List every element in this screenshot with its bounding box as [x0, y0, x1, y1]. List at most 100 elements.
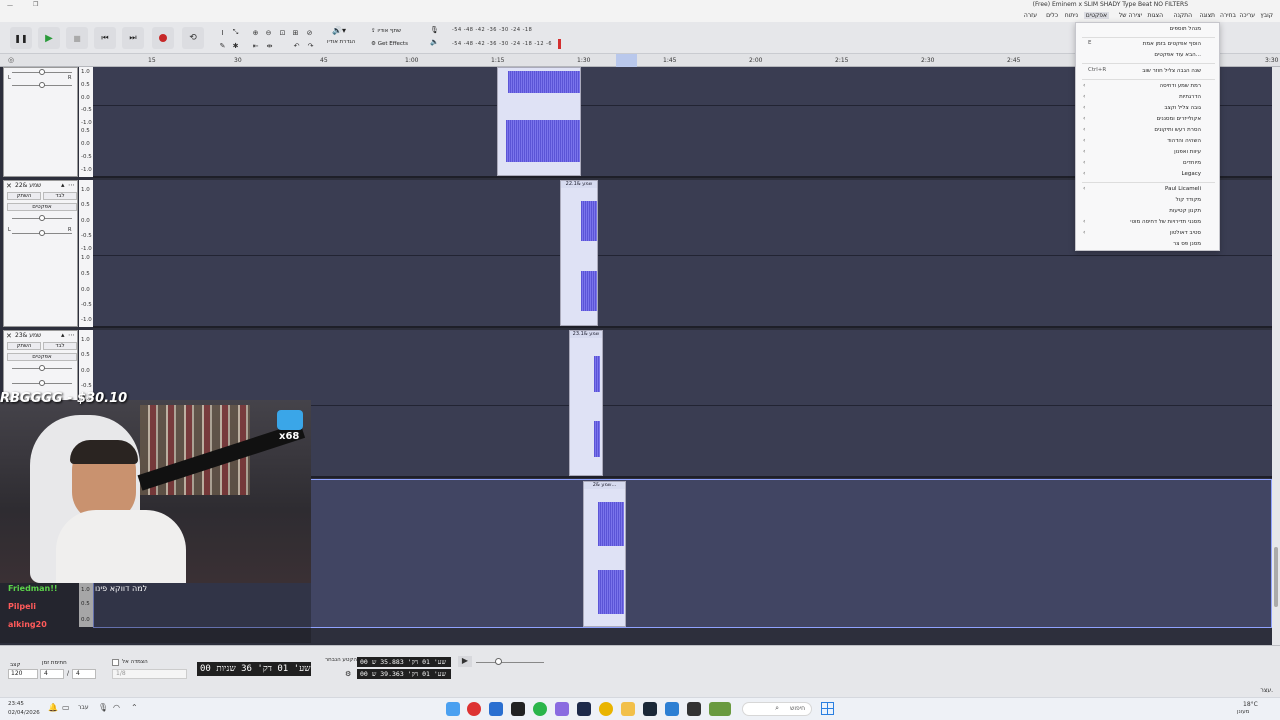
silence-icon[interactable]: ⇹ [264, 40, 275, 51]
fit-selection-icon[interactable]: ⊡ [277, 27, 288, 38]
fit-project-icon[interactable]: ⊞ [290, 27, 301, 38]
play-at-speed-button[interactable]: ▶ [458, 656, 472, 667]
weather-temp[interactable]: 18°C [1243, 701, 1258, 708]
taskbar-app-icon[interactable] [555, 702, 569, 716]
gain-slider-knob[interactable] [39, 365, 45, 371]
menu-view[interactable]: תצוגה [1199, 12, 1215, 19]
clip-label[interactable]: שמע &22.1 [561, 181, 597, 188]
whatsapp-icon[interactable] [533, 702, 547, 716]
language-indicator[interactable]: עבר [78, 704, 89, 711]
play-button[interactable]: ▶ [38, 27, 60, 49]
taskbar-app-icon[interactable] [467, 702, 481, 716]
collapse-track-icon[interactable]: ▴ [61, 331, 65, 339]
gain-slider-knob[interactable] [39, 215, 45, 221]
get-effects-button[interactable]: ⚙ Get Effects [371, 39, 421, 49]
time-signature-denominator[interactable]: 4 [72, 669, 96, 679]
track-name[interactable]: שמע &22 [15, 182, 41, 189]
menu-item-repeat-last[interactable]: שנה הגבה צליל חוזר שוב [1142, 68, 1201, 74]
level-meters[interactable]: 🎙 🔈 -54 -48 -42 -36 -30 -24 -18 -54 -48 … [430, 25, 565, 49]
menu-item-paul-licameli[interactable]: Paul Licameli [1165, 186, 1201, 192]
menu-item-vocoder[interactable]: מקודד קול [1176, 197, 1201, 203]
menu-item-legacy[interactable]: Legacy [1182, 171, 1202, 177]
timeline-options-icon[interactable]: ◎ [8, 56, 14, 64]
menu-tools[interactable]: כלים [1046, 12, 1058, 19]
taskbar-app-icon[interactable] [489, 702, 503, 716]
select-tool-icon[interactable]: I [217, 27, 228, 38]
menu-file[interactable]: קובץ [1260, 12, 1273, 19]
menu-item-clip-fix[interactable]: תקנון קטיעות [1169, 208, 1201, 214]
multi-tool-icon[interactable]: ✱ [230, 40, 241, 51]
vertical-scrollbar[interactable] [1272, 67, 1280, 645]
window-menu-icon[interactable]: — [7, 2, 13, 9]
audio-clip[interactable] [497, 67, 581, 176]
chevron-up-icon[interactable]: ⌃ [131, 703, 138, 712]
search-box[interactable]: חיפוש ⌕ [742, 702, 812, 716]
close-track-icon[interactable]: ✕ [6, 182, 12, 190]
menu-item-plugin-manager[interactable]: מנהל תוספים [1170, 26, 1201, 32]
clip-label[interactable]: שמע &2... [584, 482, 625, 489]
zoom-toggle-icon[interactable]: ⊘ [304, 27, 315, 38]
effects-button[interactable]: אפקטים [7, 353, 77, 361]
effects-button[interactable]: אפקטים [7, 203, 77, 211]
collapse-track-icon[interactable]: ▴ [61, 181, 65, 189]
main-time-display[interactable]: 00 שע' 01 דק' 36 שניות [197, 662, 311, 676]
audio-setup-icon[interactable]: 🔊▾ [332, 26, 346, 35]
solo-button[interactable]: לבד [43, 192, 77, 200]
audio-clip[interactable]: שמע &22.1 [560, 180, 598, 326]
skip-end-button[interactable]: ⏭ [122, 27, 144, 49]
play-speed-knob[interactable] [495, 658, 502, 665]
trim-icon[interactable]: ⇤ [250, 40, 261, 51]
menu-item-get-more-effects[interactable]: הבא עוד אפקטים... [1154, 52, 1201, 58]
menu-transport[interactable]: התקנה [1174, 12, 1192, 19]
menu-item-multiband[interactable]: מסנני תדירויות של דחיסה מוטי [1130, 219, 1201, 225]
menu-edit[interactable]: עריכה [1239, 12, 1255, 19]
taskbar-app-icon[interactable] [709, 702, 731, 716]
menu-tracks[interactable]: הצגות [1147, 12, 1163, 19]
track-menu-icon[interactable]: ⋯ [68, 181, 75, 189]
menu-item-delay-reverb[interactable]: השהיה והדהוד [1167, 138, 1201, 144]
share-audio-button[interactable]: ⇪ שתף אודיו [371, 26, 415, 36]
steam-icon[interactable] [643, 702, 657, 716]
wifi-icon[interactable]: ◠ [113, 703, 120, 712]
clock-time[interactable]: 23:45 [8, 701, 24, 707]
file-explorer-icon[interactable] [621, 702, 635, 716]
mute-button[interactable]: השתק [7, 192, 41, 200]
track-control-panel[interactable]: ✕ שמע &22 ▴ ⋯ השתק לבד אפקטים L R [3, 180, 78, 327]
solo-button[interactable]: לבד [43, 342, 77, 350]
taskbar-app-icon[interactable] [446, 702, 460, 716]
snap-checkbox[interactable] [112, 659, 119, 666]
redo-icon[interactable]: ↷ [305, 40, 316, 51]
taskbar-app-icon[interactable] [665, 702, 679, 716]
pan-slider-knob[interactable] [39, 230, 45, 236]
tempo-input[interactable]: 120 [8, 669, 38, 679]
time-signature-numerator[interactable]: 4 [40, 669, 64, 679]
gain-slider-knob[interactable] [39, 69, 45, 75]
menu-item-noise-removal[interactable]: הסרת רעש ותיקונים [1154, 127, 1201, 133]
menu-item-add-realtime[interactable]: הוסף אפקטים בזמן אמת [1143, 41, 1201, 47]
close-track-icon[interactable]: ✕ [6, 332, 12, 340]
undo-icon[interactable]: ↶ [291, 40, 302, 51]
taskbar-app-icon[interactable] [511, 702, 525, 716]
zoom-in-icon[interactable]: ⊕ [250, 27, 261, 38]
clip-label[interactable]: שמע &23.1 [570, 331, 602, 338]
menu-item-volume-compression[interactable]: רמת שמע ודחיסה [1159, 83, 1201, 89]
start-button[interactable] [821, 702, 834, 715]
audio-clip[interactable]: שמע &23.1 [569, 330, 603, 476]
skip-start-button[interactable]: ⏮ [94, 27, 116, 49]
menu-help[interactable]: עזרה [1024, 12, 1037, 19]
track-menu-icon[interactable]: ⋯ [68, 331, 75, 339]
menu-item-notch-filter[interactable]: מסנן פס צר [1173, 241, 1201, 247]
stop-button[interactable]: ■ [66, 27, 88, 49]
pan-slider-knob[interactable] [39, 82, 45, 88]
pan-slider-knob[interactable] [39, 380, 45, 386]
mic-icon[interactable]: 🎙 [98, 703, 108, 712]
selection-start-time[interactable]: 00 שע' 01 דק' 35.883 ש [357, 657, 451, 667]
window-restore-icon[interactable]: ❐ [33, 1, 38, 8]
track-name[interactable]: שמע &23 [15, 332, 41, 339]
menu-generate[interactable]: יצירה של [1119, 12, 1142, 19]
weather-desc[interactable]: מעונן [1237, 709, 1249, 715]
selection-options-icon[interactable]: ⚙ [345, 670, 351, 678]
taskbar-app-icon[interactable] [687, 702, 701, 716]
audacity-icon[interactable] [577, 702, 591, 716]
menu-effects[interactable]: אפקטים [1083, 12, 1109, 19]
